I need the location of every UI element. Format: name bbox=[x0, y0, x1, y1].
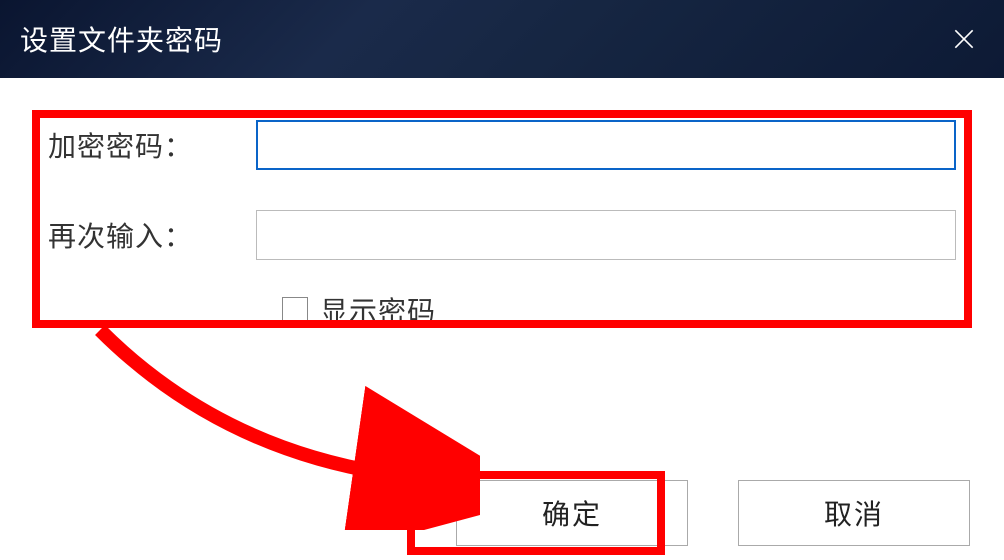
dialog-title: 设置文件夹密码 bbox=[20, 19, 223, 59]
password-input[interactable] bbox=[256, 120, 956, 170]
password-row: 加密密码： bbox=[48, 118, 956, 172]
button-row: 确定 取消 bbox=[456, 480, 970, 546]
show-password-label[interactable]: 显示密码 bbox=[320, 290, 436, 330]
ok-button[interactable]: 确定 bbox=[456, 480, 688, 546]
confirm-input[interactable] bbox=[256, 210, 956, 260]
form-area: 加密密码： 再次输入： 显示密码 bbox=[0, 78, 1004, 330]
annotation-arrow bbox=[60, 300, 480, 530]
cancel-button[interactable]: 取消 bbox=[738, 480, 970, 546]
close-icon bbox=[951, 26, 977, 52]
dialog-body: 加密密码： 再次输入： 显示密码 bbox=[0, 78, 1004, 330]
password-label: 加密密码： bbox=[48, 125, 256, 165]
confirm-label: 再次输入： bbox=[48, 215, 256, 255]
titlebar: 设置文件夹密码 bbox=[0, 0, 1004, 78]
show-password-row: 显示密码 bbox=[282, 290, 956, 330]
confirm-row: 再次输入： bbox=[48, 208, 956, 262]
show-password-checkbox[interactable] bbox=[282, 297, 308, 323]
close-button[interactable] bbox=[944, 19, 984, 59]
